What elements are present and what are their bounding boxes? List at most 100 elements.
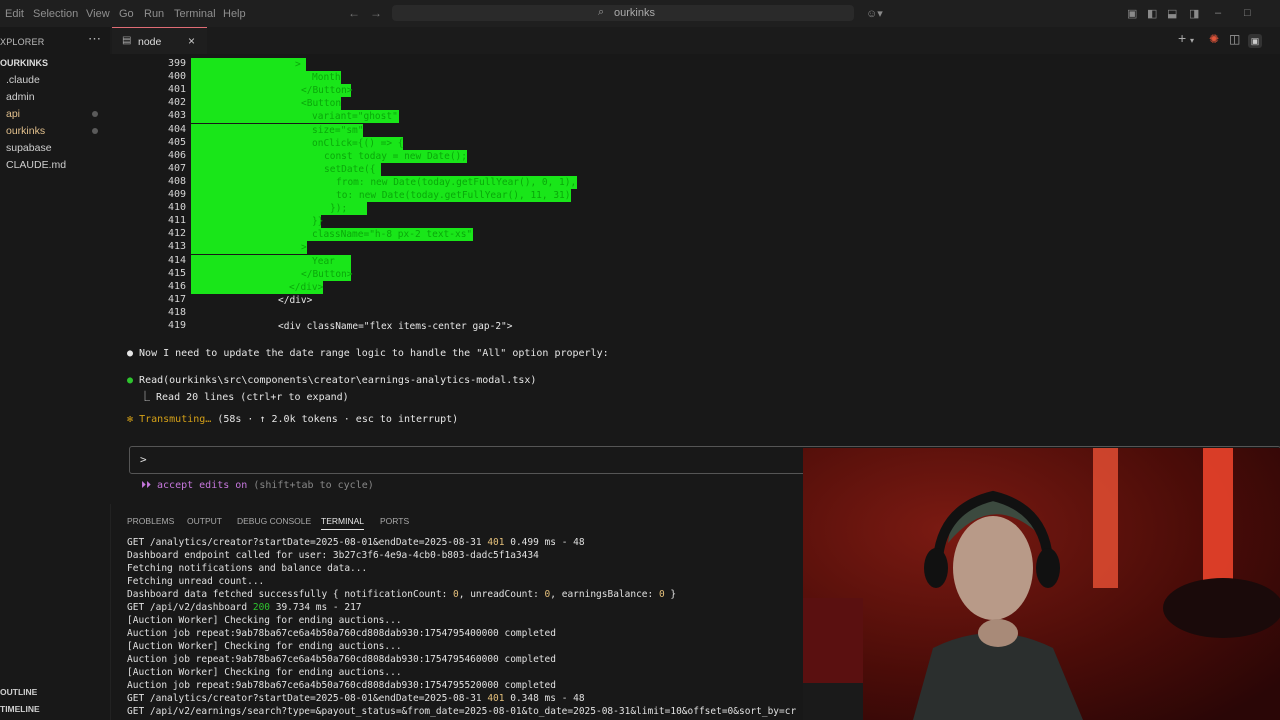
terminal-line: GET /analytics/creator?startDate=2025-08… [127,537,585,548]
code-line: </div> [289,281,324,293]
line-number: 403 [167,110,186,122]
line-number: 409 [167,189,186,200]
line-number: 404 [167,123,186,135]
tab-bar: ▤ node × + ▾ ✺ ◫ ⋮ 🔒 [110,27,1280,55]
toggle-panel-icon[interactable]: ⬓ [1167,7,1177,20]
close-icon[interactable]: × [188,34,195,48]
line-number: 399 [167,58,186,69]
code-line: </div> [278,294,313,306]
code-line: <div className="flex items-center gap-2"… [278,321,513,332]
modified-dot-icon [92,111,98,117]
split-editor-icon[interactable]: ◫ [1229,32,1240,46]
menu-run[interactable]: Run [144,8,164,20]
line-number: 416 [167,280,186,292]
terminal-line: GET /api/v2/dashboard 200 39.734 ms - 21… [127,602,362,613]
toggle-secondary-sidebar-icon[interactable]: ◨ [1189,7,1199,20]
line-number: 402 [167,97,186,109]
code-line: </Button> [301,85,353,97]
forward-arrow-icon[interactable]: → [370,6,382,20]
line-number: 411 [167,215,186,227]
terminal-line: [Auction Worker] Checking for ending auc… [127,667,402,678]
tab-debug-console[interactable]: DEBUG CONSOLE [237,516,311,526]
code-line: size="sm" [312,124,364,136]
tree-item-claude[interactable]: .claude [6,74,40,86]
layout-customize-icon[interactable]: ▣ [1127,7,1137,20]
line-number: 412 [167,228,186,240]
menu-view[interactable]: View [86,8,110,20]
code-line: <Button [301,98,342,110]
code-line: > [295,59,301,70]
terminal-line: GET /analytics/creator?startDate=2025-08… [127,693,585,704]
chevron-down-icon[interactable]: ▾ [1190,36,1194,45]
status-dot-icon: ● [127,375,140,386]
terminal-line: Fetching unread count... [127,576,265,587]
menu-terminal[interactable]: Terminal [174,8,216,20]
tab-node[interactable]: ▤ node × [112,27,207,55]
terminal-line: Auction job repeat:9ab78ba67ce6a4b50a760… [127,654,556,665]
accept-edits-label: ⏵⏵ accept edits on [141,480,248,491]
tree-item-ourkinks[interactable]: ourkinks [6,125,45,137]
code-line: }); [330,203,348,215]
title-bar: Edit Selection View Go Run Terminal Help… [0,0,1280,27]
line-number: 407 [167,162,186,174]
tab-ports[interactable]: PORTS [380,516,409,526]
new-terminal-icon[interactable]: + [1178,30,1186,46]
terminal-line: Auction job repeat:9ab78ba67ce6a4b50a760… [127,628,556,639]
panel-tabs: PROBLEMS OUTPUT DEBUG CONSOLE TERMINAL P… [110,508,810,532]
line-number: 400 [167,71,186,83]
status-detail: (58s · ↑ 2.0k tokens · esc to interrupt) [211,414,459,425]
workspace-root[interactable]: OURKINKS [0,58,48,68]
tree-item-supabase[interactable]: supabase [6,142,52,154]
code-line: className="h-8 px-2 text-xs" [312,229,473,241]
terminal-line: Dashboard data fetched successfully { no… [127,589,677,600]
menu-go[interactable]: Go [119,8,134,20]
terminal-line: Dashboard endpoint called for user: 3b27… [127,550,539,561]
line-number: 414 [167,254,186,266]
code-line: }} [312,216,324,228]
line-number: 417 [167,293,186,305]
line-number: 408 [167,175,186,187]
copilot-icon[interactable]: ☺▾ [866,7,883,20]
menu-edit[interactable]: Edit [5,8,24,20]
tree-item-admin[interactable]: admin [6,91,35,103]
code-line: to: new Date(today.getFullYear(), 11, 31… [336,190,571,201]
more-actions-icon[interactable]: ⋯ [88,31,101,47]
code-line: </Button> [301,268,353,280]
line-number: 415 [167,267,186,279]
outline-section[interactable]: OUTLINE [0,687,37,697]
line-number: 406 [167,149,186,161]
command-center-search[interactable]: ⌕ ourkinks [392,5,854,21]
tab-problems[interactable]: PROBLEMS [127,516,174,526]
tab-label: node [138,36,162,48]
modified-dot-icon [92,128,98,134]
terminal-line: Auction job repeat:9ab78ba67ce6a4b50a760… [127,680,556,691]
toggle-sidebar-icon[interactable]: ◧ [1147,7,1157,20]
tree-item-claude-md[interactable]: CLAUDE.md [6,159,66,171]
line-number: 419 [167,320,186,331]
terminal-editor: 399 >400 Month 401 </Button> 402 <Button 403 var… [110,54,1280,504]
line-number: 418 [167,306,186,318]
extension-icon[interactable]: ✺ [1209,32,1219,46]
search-text: ourkinks [614,7,655,19]
tab-output[interactable]: OUTPUT [187,516,222,526]
lock-icon[interactable]: ▣ [1248,34,1262,48]
added-line-highlight [191,215,321,229]
prompt-caret: > [140,453,147,466]
terminal-line: GET /api/v2/earnings/search?type=&payout… [127,706,797,717]
back-arrow-icon[interactable]: ← [348,6,360,20]
terminal-output[interactable]: GET /analytics/creator?startDate=2025-08… [110,532,804,720]
menu-selection[interactable]: Selection [33,8,78,20]
explorer-title: XPLORER [0,37,45,47]
line-number: 405 [167,136,186,148]
accept-edits-hint: (shift+tab to cycle) [247,480,374,491]
tree-item-api[interactable]: api [6,108,20,120]
timeline-section[interactable]: TIMELINE [0,704,40,714]
accept-edits-indicator[interactable]: ⏵⏵ accept edits on (shift+tab to cycle) [141,480,374,491]
status-line: ✻ Transmuting… (58s · ↑ 2.0k tokens · es… [127,414,458,425]
menu-help[interactable]: Help [223,8,246,20]
tab-terminal[interactable]: TERMINAL [321,516,364,530]
maximize-icon[interactable]: □ [1244,7,1251,19]
code-line: from: new Date(today.getFullYear(), 0, 1… [336,176,577,188]
line-number: 413 [167,241,186,253]
minimize-icon[interactable]: – [1215,7,1221,19]
